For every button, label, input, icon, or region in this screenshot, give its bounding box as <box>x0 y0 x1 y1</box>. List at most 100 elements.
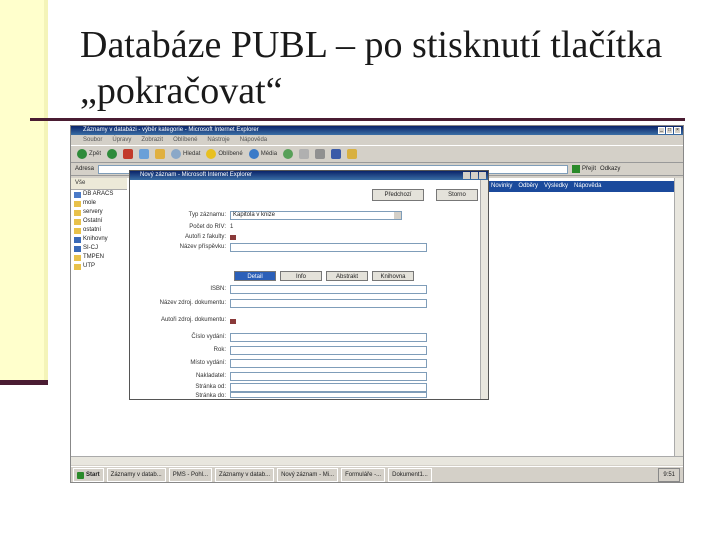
isbn-label: ISBN: <box>210 286 226 292</box>
source-title-input[interactable] <box>230 299 427 308</box>
taskbar-clock: 9:51 <box>658 468 680 482</box>
favorites-star-icon <box>206 149 217 159</box>
popup-close-button[interactable] <box>479 172 486 179</box>
folder-icon[interactable] <box>347 149 358 159</box>
history-icon[interactable] <box>283 149 294 159</box>
menu-tools[interactable]: Nástroje <box>207 135 229 145</box>
tree-item[interactable]: ostatní <box>71 226 127 235</box>
source-authors-picker-icon[interactable] <box>230 319 236 324</box>
start-button-label: Start <box>86 472 100 478</box>
minimize-button[interactable]: _ <box>658 127 665 134</box>
previous-button[interactable]: Předchozí <box>372 189 424 201</box>
tree-item[interactable]: Knihovny <box>71 235 127 244</box>
cancel-button[interactable]: Storno <box>436 189 478 201</box>
database-icon <box>74 191 81 198</box>
isbn-input[interactable] <box>230 285 427 294</box>
record-type-select[interactable]: Kapitola v knize <box>230 211 402 220</box>
media-button[interactable]: Média <box>248 149 278 159</box>
tree-header[interactable]: Vše <box>71 178 127 190</box>
taskbar-item[interactable]: Dokument1... <box>388 468 432 482</box>
tree-item[interactable]: servery <box>71 208 127 217</box>
search-icon <box>171 149 182 159</box>
tab-info[interactable]: Info <box>280 271 322 281</box>
tree-item[interactable]: TMPEN <box>71 253 127 262</box>
horizontal-scrollbar[interactable] <box>71 456 683 465</box>
taskbar: Start Záznamy v datab... PMS - Pohl... Z… <box>71 466 683 482</box>
menu-view[interactable]: Zobrazit <box>141 135 163 145</box>
tab-detail[interactable]: Detail <box>234 271 276 281</box>
browser-toolbar: Zpět Hledat Oblíbené Média <box>71 145 683 163</box>
mail-icon[interactable] <box>299 149 310 159</box>
riv-count-value: 1 <box>230 224 234 230</box>
page-to-label: Stránka do: <box>195 393 226 399</box>
popup-minimize-button[interactable] <box>463 172 470 179</box>
title-underline <box>30 118 685 121</box>
menu-help[interactable]: Nápověda <box>240 135 267 145</box>
tab-library[interactable]: Knihovna <box>372 271 414 281</box>
place-input[interactable] <box>230 359 427 368</box>
forward-arrow-icon[interactable] <box>107 149 118 159</box>
riv-count-label: Počet do RIV: <box>189 224 226 230</box>
slide-title: Databáze PUBL – po stisknutí tlačítka „p… <box>80 22 700 114</box>
taskbar-item[interactable]: Záznamy v datab... <box>106 468 166 482</box>
authors-picker-icon[interactable] <box>230 235 236 240</box>
print-icon[interactable] <box>315 149 326 159</box>
stop-icon[interactable] <box>123 149 134 159</box>
tree-item[interactable]: SI-CJ <box>71 244 127 253</box>
menu-favorites[interactable]: Oblíbené <box>173 135 197 145</box>
page-from-label: Stránka od: <box>195 384 226 390</box>
folder-icon <box>74 254 81 261</box>
back-button[interactable]: Zpět <box>77 149 101 159</box>
publisher-input[interactable] <box>230 372 427 381</box>
navigation-band: Novinky Odběry Výsledky Nápověda <box>487 181 677 192</box>
decorative-side-bar <box>0 0 48 385</box>
page-to-input[interactable] <box>230 392 427 398</box>
edition-input[interactable] <box>230 333 427 342</box>
links-label[interactable]: Odkazy <box>600 166 620 172</box>
go-button[interactable]: Přejít <box>572 165 596 173</box>
popup-scrollbar[interactable] <box>480 180 488 399</box>
browser-title-bar: Záznamy v databázi - výběr kategorie - M… <box>71 126 683 135</box>
popup-maximize-button[interactable] <box>471 172 478 179</box>
start-button[interactable]: Start <box>73 468 104 482</box>
media-icon <box>248 149 259 159</box>
menu-edit[interactable]: Úpravy <box>112 135 131 145</box>
taskbar-item[interactable]: Záznamy v datab... <box>215 468 275 482</box>
nav-link[interactable]: Výsledky <box>544 181 568 192</box>
slide-title-line-2: „pokračovat“ <box>80 70 283 112</box>
nav-link[interactable]: Nápověda <box>574 181 601 192</box>
folder-icon <box>74 263 81 270</box>
taskbar-item[interactable]: Nový záznam - Mi... <box>277 468 339 482</box>
search-button[interactable]: Hledat <box>171 149 200 159</box>
browser-screenshot: Záznamy v databázi - výběr kategorie - M… <box>70 125 684 483</box>
record-type-label: Typ záznamu: <box>188 212 226 218</box>
refresh-icon[interactable] <box>139 149 150 159</box>
page-from-input[interactable] <box>230 383 427 392</box>
maximize-button[interactable]: □ <box>666 127 673 134</box>
back-button-label: Zpět <box>89 151 102 157</box>
edit-icon[interactable] <box>331 149 342 159</box>
taskbar-item[interactable]: PMS - Pohl... <box>168 468 213 482</box>
vertical-scrollbar[interactable] <box>674 178 683 456</box>
windows-logo-icon <box>77 471 84 479</box>
tree-item[interactable]: mole <box>71 199 127 208</box>
menu-file[interactable]: Soubor <box>83 135 102 145</box>
tab-abstract[interactable]: Abstrakt <box>326 271 368 281</box>
address-label: Adresa <box>75 166 95 172</box>
tree-pane: Vše DB ARACS mole servery Ostatní ostatn… <box>71 178 128 456</box>
favorites-button[interactable]: Oblíbené <box>206 149 243 159</box>
tree-item[interactable]: Ostatní <box>71 217 127 226</box>
tree-item[interactable]: DB ARACS <box>71 190 127 199</box>
tree-item[interactable]: UTP <box>71 262 127 271</box>
year-input[interactable] <box>230 346 427 355</box>
home-icon[interactable] <box>155 149 166 159</box>
close-button[interactable]: × <box>674 127 681 134</box>
new-record-popup: Nový záznam - Microsoft Internet Explore… <box>129 170 489 400</box>
taskbar-item[interactable]: Formuláře -... <box>341 468 386 482</box>
contribution-title-label: Název příspěvku: <box>179 244 226 250</box>
nav-link[interactable]: Odběry <box>518 181 538 192</box>
nav-link[interactable]: Novinky <box>491 181 512 192</box>
contribution-title-input[interactable] <box>230 243 427 252</box>
media-button-label: Média <box>260 151 278 157</box>
popup-title: Nový záznam - Microsoft Internet Explore… <box>140 172 253 178</box>
